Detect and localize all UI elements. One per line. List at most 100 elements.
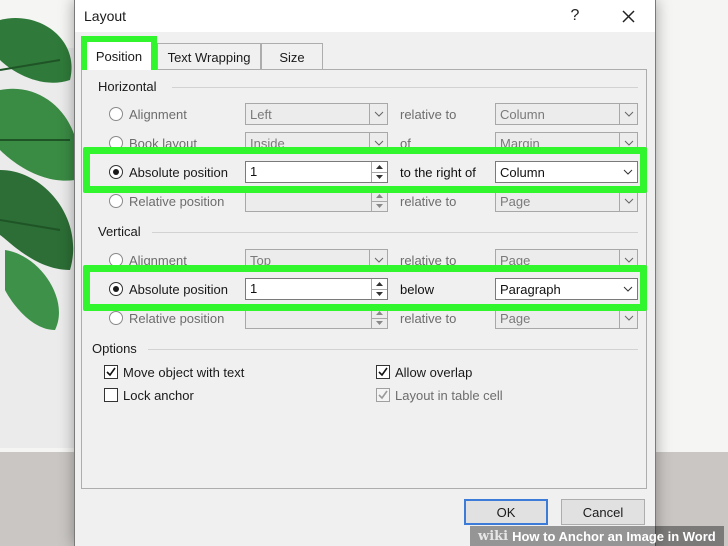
radio-button[interactable] [109, 107, 123, 121]
horizontal-alignment-target-select[interactable]: Column [495, 103, 638, 125]
radio-label: Book layout [129, 135, 197, 151]
radio-button[interactable] [109, 194, 123, 208]
checkbox[interactable] [376, 365, 390, 379]
tab-label: Size [279, 49, 305, 65]
dialog-titlebar: Layout ? [75, 0, 655, 32]
horizontal-relative-position-input[interactable] [245, 190, 388, 212]
relation-label: of [400, 136, 411, 151]
checkbox[interactable] [376, 388, 390, 402]
chevron-down-icon [369, 104, 387, 124]
spin-buttons [371, 191, 387, 211]
dialog-title: Layout [84, 8, 127, 24]
tab-position[interactable]: Position [81, 36, 157, 70]
relation-label: to the right of [400, 165, 476, 180]
spin-down-icon[interactable] [372, 319, 387, 329]
tab-size[interactable]: Size [261, 43, 323, 70]
horizontal-absolute-position-input[interactable]: 1 [245, 161, 388, 183]
checkbox-label: Lock anchor [123, 387, 194, 403]
radio-button[interactable] [109, 253, 123, 267]
radio-label: Absolute position [129, 281, 229, 297]
wikihow-watermark: wiki How to Anchor an Image in Word [470, 526, 724, 546]
spin-buttons [371, 162, 387, 182]
relation-label: relative to [400, 194, 457, 209]
horizontal-alignment-select[interactable]: Left [245, 103, 388, 125]
horizontal-book-layout-select[interactable]: Inside [245, 132, 388, 154]
close-button[interactable] [612, 3, 644, 29]
chevron-down-icon [619, 162, 637, 182]
vertical-alignment-select[interactable]: Top [245, 249, 388, 271]
spin-up-icon[interactable] [372, 308, 387, 319]
horizontal-absolute-position-radio[interactable]: Absolute position [109, 161, 228, 183]
vertical-heading: Vertical [98, 224, 141, 239]
radio-label: Alignment [129, 106, 187, 122]
chevron-down-icon [619, 279, 637, 299]
checkmark-icon [106, 367, 116, 377]
vertical-relative-target-select[interactable]: Page [495, 307, 638, 329]
horizontal-relative-position-radio[interactable]: Relative position [109, 190, 224, 212]
vertical-absolute-target-select[interactable]: Paragraph [495, 278, 638, 300]
button-label: Cancel [582, 504, 624, 520]
move-object-with-text-checkbox[interactable]: Move object with text [104, 362, 244, 382]
checkbox[interactable] [104, 388, 118, 402]
layout-in-table-cell-checkbox[interactable]: Layout in table cell [376, 385, 503, 405]
radio-button[interactable] [109, 311, 123, 325]
vertical-alignment-target-select[interactable]: Page [495, 249, 638, 271]
horizontal-relative-target-select[interactable]: Page [495, 190, 638, 212]
close-icon [621, 9, 635, 23]
spin-buttons [371, 279, 387, 299]
radio-button[interactable] [109, 136, 123, 150]
spin-down-icon[interactable] [372, 202, 387, 212]
radio-label: Relative position [129, 310, 225, 326]
horizontal-absolute-target-select[interactable]: Column [495, 161, 638, 183]
relation-label: relative to [400, 107, 457, 122]
lock-anchor-checkbox[interactable]: Lock anchor [104, 385, 194, 405]
allow-overlap-checkbox[interactable]: Allow overlap [376, 362, 472, 382]
chevron-down-icon [619, 250, 637, 270]
radio-label: Relative position [129, 193, 225, 209]
spin-down-icon[interactable] [372, 173, 387, 183]
vertical-relative-position-radio[interactable]: Relative position [109, 307, 224, 329]
spin-up-icon[interactable] [372, 162, 387, 173]
vertical-divider [152, 232, 638, 233]
relation-label: relative to [400, 253, 457, 268]
position-tab-panel: Horizontal Alignment Left relative to Co… [81, 69, 647, 489]
tab-text-wrapping[interactable]: Text Wrapping [157, 43, 261, 70]
vertical-absolute-position-input[interactable]: 1 [245, 278, 388, 300]
vertical-absolute-position-radio[interactable]: Absolute position [109, 278, 228, 300]
radio-button[interactable] [109, 282, 123, 296]
checkbox-label: Layout in table cell [395, 387, 503, 403]
cancel-button[interactable]: Cancel [561, 499, 645, 525]
ok-button[interactable]: OK [464, 499, 548, 525]
spin-down-icon[interactable] [372, 290, 387, 300]
chevron-down-icon [619, 308, 637, 328]
relation-label: below [400, 282, 434, 297]
button-label: OK [496, 504, 516, 520]
checkmark-icon [378, 390, 388, 400]
radio-label: Absolute position [129, 164, 229, 180]
spin-up-icon[interactable] [372, 191, 387, 202]
vertical-alignment-radio[interactable]: Alignment [109, 249, 187, 271]
checkmark-icon [378, 367, 388, 377]
checkbox[interactable] [104, 365, 118, 379]
vertical-relative-position-input[interactable] [245, 307, 388, 329]
horizontal-book-layout-radio[interactable]: Book layout [109, 132, 197, 154]
radio-button[interactable] [109, 165, 123, 179]
watermark-text: How to Anchor an Image in Word [512, 528, 716, 544]
chevron-down-icon [369, 133, 387, 153]
chevron-down-icon [619, 133, 637, 153]
tab-label: Position [95, 48, 143, 64]
horizontal-alignment-radio[interactable]: Alignment [109, 103, 187, 125]
tab-label: Text Wrapping [167, 49, 251, 65]
spin-up-icon[interactable] [372, 279, 387, 290]
checkbox-label: Move object with text [123, 364, 245, 380]
horizontal-book-layout-target-select[interactable]: Margin [495, 132, 638, 154]
horizontal-heading: Horizontal [98, 79, 157, 94]
relation-label: relative to [400, 311, 457, 326]
layout-dialog: Layout ? Position Text Wrapping Size Hor… [74, 0, 656, 546]
spin-buttons [371, 308, 387, 328]
help-button[interactable]: ? [559, 3, 591, 29]
options-heading: Options [92, 341, 137, 356]
wikihow-logo: wiki [478, 528, 509, 544]
help-icon: ? [570, 7, 580, 24]
options-divider [148, 349, 638, 350]
